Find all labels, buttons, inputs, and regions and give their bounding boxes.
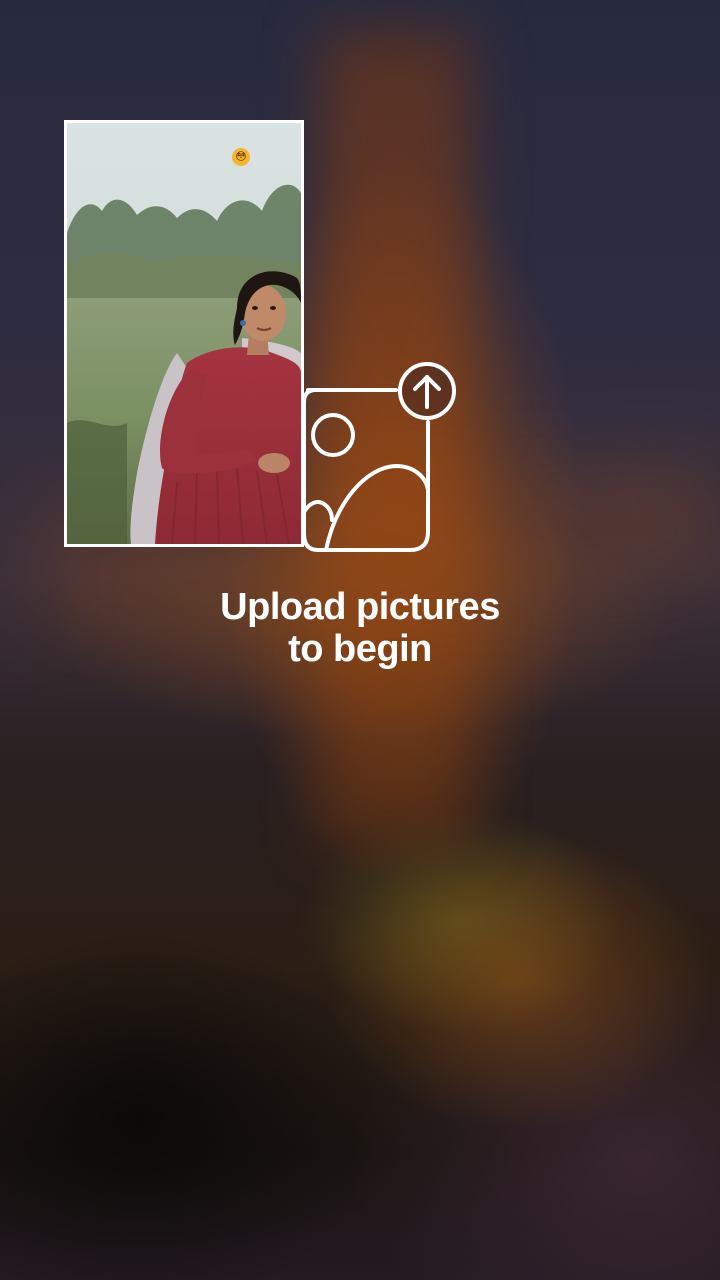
- image-upload-icon[interactable]: [296, 362, 460, 556]
- sample-photo: [67, 123, 301, 544]
- upload-prompt-line2: to begin: [288, 628, 432, 670]
- emoji-sticker: 😳: [232, 148, 250, 166]
- image-hill-front: [324, 463, 430, 552]
- upload-prompt-line1: Upload pictures: [220, 586, 500, 628]
- image-sun: [311, 413, 355, 457]
- upload-prompt-text: Upload pictures to begin: [160, 586, 560, 670]
- image-hill-back: [302, 500, 334, 522]
- sample-photo-card: [64, 120, 304, 547]
